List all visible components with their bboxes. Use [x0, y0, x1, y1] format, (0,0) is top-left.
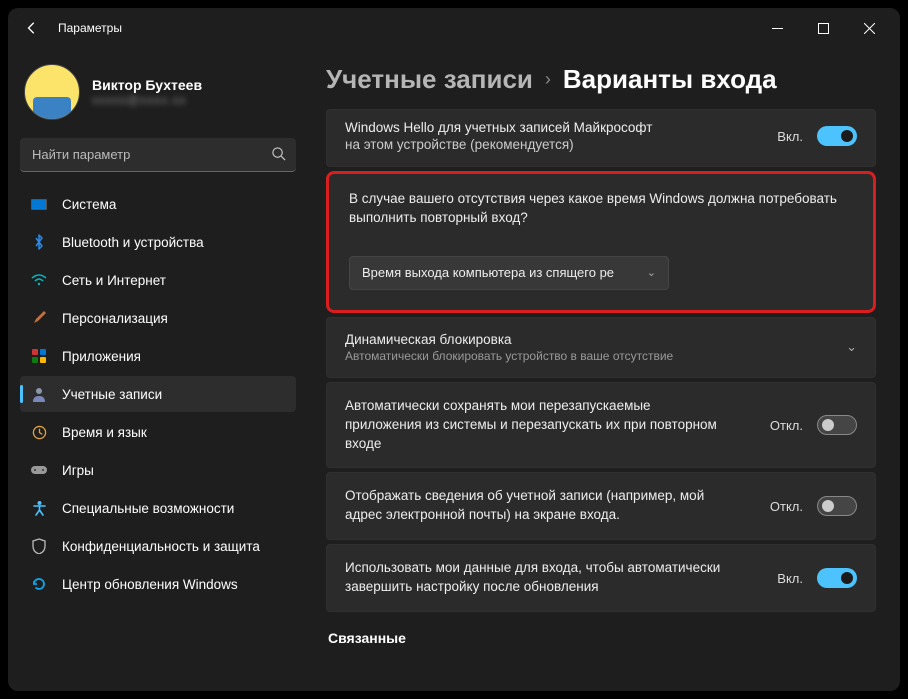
nav-label: Время и язык	[62, 425, 147, 440]
breadcrumb-parent[interactable]: Учетные записи	[326, 64, 533, 95]
hello-card: Windows Hello для учетных записей Майкро…	[326, 109, 876, 167]
display-icon	[30, 195, 48, 213]
nav-network[interactable]: Сеть и Интернет	[20, 262, 296, 298]
page-title: Варианты входа	[563, 64, 777, 95]
user-email: xxxxx@xxxx.xx	[92, 93, 202, 107]
reauth-question: В случае вашего отсутствия через какое в…	[349, 190, 853, 228]
breadcrumb: Учетные записи › Варианты входа	[326, 64, 876, 95]
use-data-text: Использовать мои данные для входа, чтобы…	[345, 559, 725, 597]
avatar	[24, 64, 80, 120]
dynlock-sub: Автоматически блокировать устройство в в…	[345, 349, 828, 363]
chevron-right-icon: ›	[545, 69, 551, 90]
nav-system[interactable]: Система	[20, 186, 296, 222]
nav-list: Система Bluetooth и устройства Сеть и Ин…	[20, 186, 296, 602]
nav-label: Специальные возможности	[62, 501, 234, 516]
minimize-button[interactable]	[754, 12, 800, 44]
brush-icon	[30, 309, 48, 327]
show-account-text: Отображать сведения об учетной записи (н…	[345, 487, 725, 525]
close-icon	[864, 23, 875, 34]
nav-label: Игры	[62, 463, 94, 478]
reauth-dropdown[interactable]: Время выхода компьютера из спящего ре ⌄	[349, 256, 669, 290]
use-signin-data-card: Использовать мои данные для входа, чтобы…	[326, 544, 876, 612]
apps-icon	[30, 347, 48, 365]
nav-label: Bluetooth и устройства	[62, 235, 204, 250]
nav-privacy[interactable]: Конфиденциальность и защита	[20, 528, 296, 564]
back-button[interactable]	[16, 12, 48, 44]
reauth-card: В случае вашего отсутствия через какое в…	[326, 171, 876, 313]
nav-apps[interactable]: Приложения	[20, 338, 296, 374]
maximize-icon	[818, 23, 829, 34]
show-account-card: Отображать сведения об учетной записи (н…	[326, 472, 876, 540]
bluetooth-icon	[30, 233, 48, 251]
dynamic-lock-card[interactable]: Динамическая блокировка Автоматически бл…	[326, 317, 876, 378]
toggle-state: Вкл.	[763, 571, 803, 586]
main-content: Учетные записи › Варианты входа Windows …	[308, 48, 900, 691]
search-input[interactable]	[20, 138, 296, 172]
nav-personalization[interactable]: Персонализация	[20, 300, 296, 336]
close-button[interactable]	[846, 12, 892, 44]
accessibility-icon	[30, 499, 48, 517]
user-name: Виктор Бухтеев	[92, 77, 202, 93]
nav-accessibility[interactable]: Специальные возможности	[20, 490, 296, 526]
dynlock-title: Динамическая блокировка	[345, 332, 828, 347]
nav-accounts[interactable]: Учетные записи	[20, 376, 296, 412]
search-icon	[271, 146, 286, 166]
maximize-button[interactable]	[800, 12, 846, 44]
minimize-icon	[772, 23, 783, 34]
nav-gaming[interactable]: Игры	[20, 452, 296, 488]
hello-line2: на этом устройстве (рекомендуется)	[345, 137, 749, 152]
nav-label: Сеть и Интернет	[62, 273, 166, 288]
sidebar: Виктор Бухтеев xxxxx@xxxx.xx Система	[8, 48, 308, 691]
nav-time[interactable]: Время и язык	[20, 414, 296, 450]
person-icon	[30, 385, 48, 403]
use-data-toggle[interactable]	[817, 568, 857, 588]
user-block[interactable]: Виктор Бухтеев xxxxx@xxxx.xx	[20, 56, 296, 134]
related-heading: Связанные	[328, 630, 876, 646]
clock-icon	[30, 423, 48, 441]
restart-apps-toggle[interactable]	[817, 415, 857, 435]
nav-label: Система	[62, 197, 116, 212]
settings-window: Параметры Виктор Бухтеев xxxxx@xxxx.xx	[8, 8, 900, 691]
window-title: Параметры	[58, 21, 122, 35]
toggle-state: Откл.	[763, 499, 803, 514]
restart-apps-card: Автоматически сохранять мои перезапускае…	[326, 382, 876, 469]
nav-label: Приложения	[62, 349, 141, 364]
nav-label: Персонализация	[62, 311, 168, 326]
shield-icon	[30, 537, 48, 555]
hello-toggle[interactable]	[817, 126, 857, 146]
show-account-toggle[interactable]	[817, 496, 857, 516]
nav-bluetooth[interactable]: Bluetooth и устройства	[20, 224, 296, 260]
titlebar: Параметры	[8, 8, 900, 48]
dropdown-selected: Время выхода компьютера из спящего ре	[362, 265, 614, 280]
chevron-down-icon: ⌄	[647, 266, 656, 279]
update-icon	[30, 575, 48, 593]
search-box	[20, 138, 296, 172]
wifi-icon	[30, 271, 48, 289]
toggle-state: Вкл.	[763, 129, 803, 144]
nav-label: Конфиденциальность и защита	[62, 539, 260, 554]
chevron-down-icon: ⌄	[846, 339, 857, 355]
hello-line1: Windows Hello для учетных записей Майкро…	[345, 120, 749, 135]
restart-apps-text: Автоматически сохранять мои перезапускае…	[345, 397, 725, 454]
gamepad-icon	[30, 461, 48, 479]
toggle-state: Откл.	[763, 418, 803, 433]
arrow-left-icon	[25, 21, 39, 35]
nav-label: Центр обновления Windows	[62, 577, 238, 592]
nav-update[interactable]: Центр обновления Windows	[20, 566, 296, 602]
nav-label: Учетные записи	[62, 387, 162, 402]
